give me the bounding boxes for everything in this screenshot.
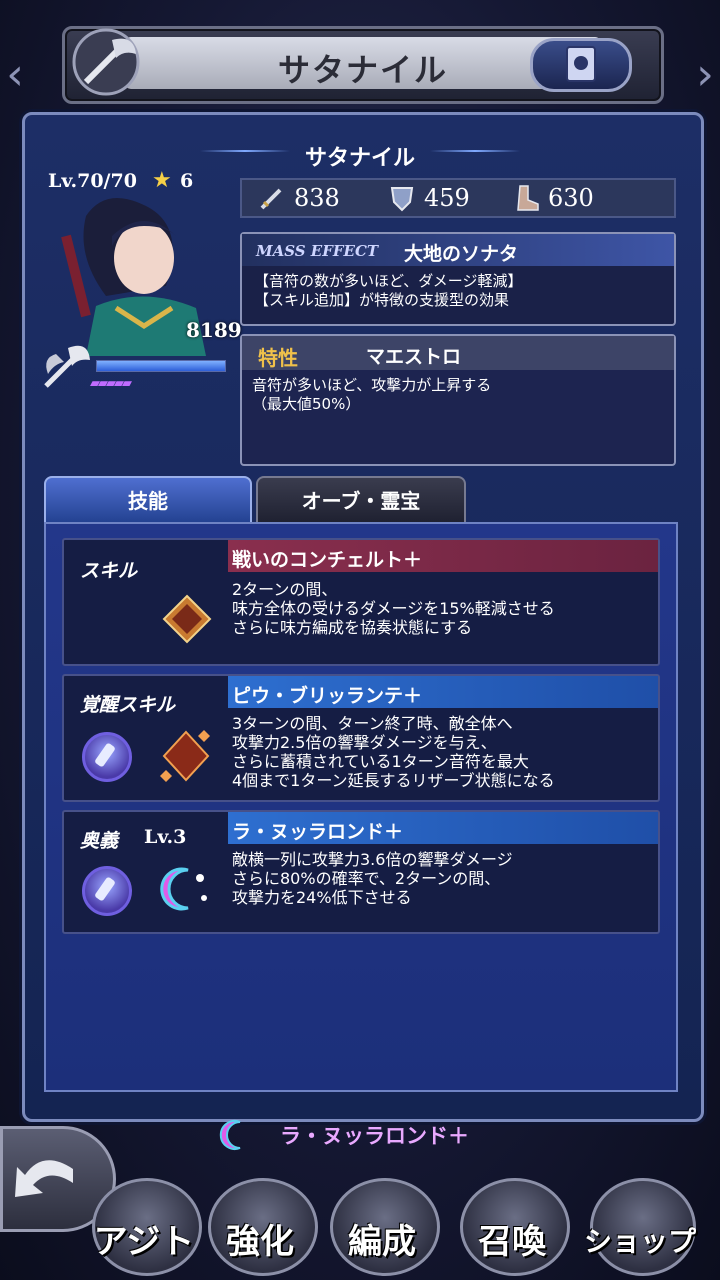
nav-party-label: 編成 — [348, 1222, 416, 1262]
character-name: サタナイル — [304, 146, 415, 171]
skill-description: 2ターンの間、 味方全体の受けるダメージを15%軽減させる さらに味方編成を協奏… — [232, 580, 555, 637]
skill-gem-icon — [162, 594, 212, 648]
skill-name: 戦いのコンチェルト＋ — [232, 549, 423, 571]
character-rarity: 6 — [180, 170, 194, 192]
book-button[interactable] — [530, 38, 632, 92]
awakened-line: 4個まで1ターン延長するリザーブ状態になる — [232, 771, 555, 790]
trait-line: （最大値50%） — [252, 395, 361, 413]
ougi-line: 敵横一列に攻撃力3.6倍の響撃ダメージ — [232, 850, 513, 869]
defense-value: 459 — [424, 184, 470, 212]
character-power: 8189 — [186, 318, 242, 342]
mass-effect-line: 【音符の数が多いほど、ダメージ軽減】 — [254, 272, 523, 290]
ougi-level: Lv.3 — [144, 826, 187, 848]
awakened-line: さらに蓄積されている1ターン音符を最大 — [232, 752, 529, 771]
attack-value: 838 — [294, 184, 340, 212]
ougi-line: 攻撃力を24%低下させる — [232, 888, 412, 907]
skill-label: スキル — [80, 560, 138, 582]
ougi-description: 敵横一列に攻撃力3.6倍の響撃ダメージ さらに80%の確率で、2ターンの間、 攻… — [232, 850, 513, 907]
ougi-label: 奥義 — [80, 830, 119, 852]
character-level: Lv.70/70 — [48, 170, 137, 192]
weapon-axe-icon — [38, 340, 94, 392]
ougi-card[interactable]: 奥義 Lv.3 ラ・ヌッラロンド＋ 敵横一列に攻撃力3.6倍の響撃ダメージ さら… — [62, 810, 660, 934]
ougi-name: ラ・ヌッラロンド＋ — [232, 821, 404, 843]
next-character-arrow-icon[interactable]: › — [692, 40, 718, 110]
awakened-description: 3ターンの間、ターン終了時、敵全体へ 攻撃力2.5倍の響撃ダメージを与え、 さら… — [232, 714, 555, 790]
skill-line: 味方全体の受けるダメージを15%軽減させる — [232, 599, 555, 618]
footer-ougi-name: ラ・ヌッラロンド＋ — [280, 1124, 469, 1148]
axe-icon — [64, 24, 154, 100]
tab-skills[interactable]: 技能 — [44, 476, 252, 524]
awakening-orb-icon — [82, 866, 132, 916]
crescent-moon-icon — [158, 864, 212, 918]
speed-value: 630 — [548, 184, 594, 212]
nav-enhance-label: 強化 — [226, 1222, 294, 1262]
skill-gauge-pips: ▰▰▰▰▰ — [90, 376, 132, 391]
nav-home-label: アジト — [93, 1222, 195, 1262]
skill-line: 2ターンの間、 — [232, 580, 338, 599]
tab-orb[interactable]: オーブ・霊宝 — [256, 476, 466, 524]
awakened-label: 覚醒スキル — [80, 694, 176, 716]
mass-effect-tag: MASS EFFECT — [256, 242, 379, 260]
crescent-moon-icon — [218, 1118, 258, 1156]
awakened-skill-card[interactable]: 覚醒スキル ピウ・ブリッランテ＋ 3ターンの間、ターン終了時、敵全体へ 攻撃力2… — [62, 674, 660, 802]
hp-bar — [96, 360, 226, 372]
awakened-line: 3ターンの間、ターン終了時、敵全体へ — [232, 714, 513, 733]
awakened-skill-name: ピウ・ブリッランテ＋ — [232, 685, 423, 707]
nav-shop-label: ショップ — [583, 1225, 696, 1258]
nav-summon-label: 召喚 — [478, 1222, 546, 1262]
mass-effect-name: 大地のソナタ — [404, 243, 519, 265]
awakened-gem-icon — [156, 726, 216, 790]
awakened-line: 攻撃力2.5倍の響撃ダメージを与え、 — [232, 733, 497, 752]
trait-description: 音符が多いほど、攻撃力が上昇する （最大値50%） — [252, 376, 491, 414]
skill-card[interactable]: スキル 戦いのコンチェルト＋ 2ターンの間、 味方全体の受けるダメージを15%軽… — [62, 538, 660, 666]
prev-character-arrow-icon[interactable]: ‹ — [2, 40, 28, 110]
mass-effect-box[interactable]: MASS EFFECT 大地のソナタ 【音符の数が多いほど、ダメージ軽減】 【ス… — [240, 232, 676, 326]
sword-icon — [258, 184, 286, 212]
stats-bar: 838 459 630 — [240, 178, 676, 218]
star-icon: ★ — [152, 168, 172, 193]
trait-tag: 特性 — [258, 346, 298, 370]
mass-effect-description: 【音符の数が多いほど、ダメージ軽減】 【スキル追加】が特徴の支援型の効果 — [254, 272, 523, 310]
ougi-line: さらに80%の確率で、2ターンの間、 — [232, 869, 501, 888]
trait-box[interactable]: 特性 マエストロ 音符が多いほど、攻撃力が上昇する （最大値50%） — [240, 334, 676, 466]
shield-icon — [388, 184, 416, 212]
mass-effect-line: 【スキル追加】が特徴の支援型の効果 — [254, 291, 510, 309]
trait-name: マエストロ — [366, 346, 462, 368]
skill-line: さらに味方編成を協奏状態にする — [232, 618, 473, 637]
trait-line: 音符が多いほど、攻撃力が上昇する — [252, 376, 492, 394]
boot-icon — [512, 184, 540, 212]
awakening-orb-icon — [82, 732, 132, 782]
